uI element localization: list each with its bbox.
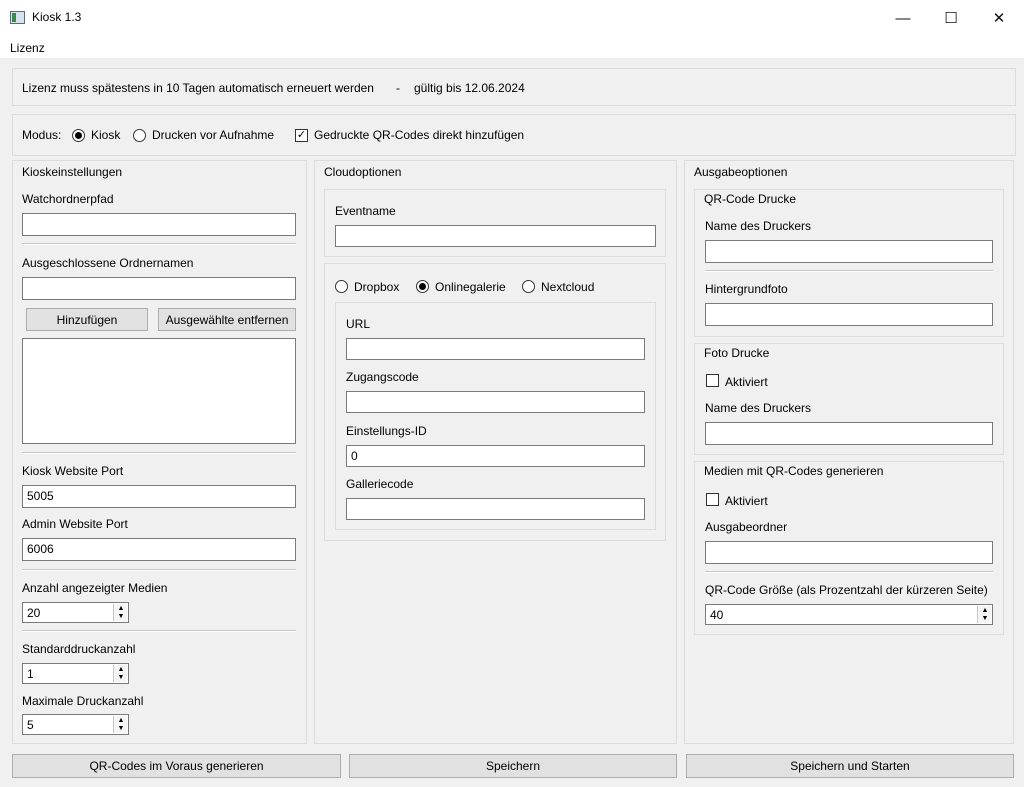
onlinegalerie-frame [335,302,656,530]
cloud-options-title: Cloudoptionen [324,165,402,179]
qr-printer-label: Name des Druckers [705,219,812,233]
media-count-value: 20 [27,606,41,620]
license-message: Lizenz muss spätestens in 10 Tagen autom… [22,81,374,95]
separator [705,270,993,272]
default-print-count-label: Standarddruckanzahl [22,642,136,656]
qr-prints-title: QR-Code Drucke [704,192,797,206]
media-count-spinbox[interactable]: 20 ▲ ▼ [22,602,129,623]
kiosk-port-label: Kiosk Website Port [22,464,124,478]
qr-size-value: 40 [710,608,724,622]
output-folder-input[interactable] [705,541,993,564]
mode-print-before-radio[interactable] [133,129,146,142]
output-options-title: Ausgabeoptionen [694,165,788,179]
add-button[interactable]: Hinzufügen [26,308,148,331]
remove-selected-button[interactable]: Ausgewählte entfernen [158,308,296,331]
watch-folder-label: Watchordnerpfad [22,192,114,206]
access-code-label: Zugangscode [346,370,419,384]
spin-down-icon[interactable]: ▼ [114,612,128,621]
provider-onlinegalerie-label[interactable]: Onlinegalerie [435,280,506,294]
url-label: URL [346,317,371,331]
provider-onlinegalerie-radio[interactable] [416,280,429,293]
maximize-button[interactable]: ☐ [928,0,974,36]
watch-folder-input[interactable] [22,213,296,236]
spin-arrows: ▲ ▼ [113,604,127,621]
url-input[interactable] [346,338,645,360]
admin-port-input[interactable]: 6006 [22,538,296,561]
separator [705,571,993,573]
checkmark-icon: ✓ [296,129,307,141]
qr-direct-add-checkbox[interactable]: ✓ [295,129,308,142]
photo-prints-enabled-label[interactable]: Aktiviert [725,375,768,389]
spin-down-icon[interactable]: ▼ [114,673,128,682]
event-name-input[interactable] [335,225,656,247]
license-valid-until: gültig bis 12.06.2024 [414,81,525,95]
provider-nextcloud-radio[interactable] [522,280,535,293]
media-qr-enabled-checkbox[interactable] [706,493,719,506]
spin-down-icon[interactable]: ▼ [114,724,128,733]
separator [22,630,296,632]
media-qr-enabled-label[interactable]: Aktiviert [725,494,768,508]
default-print-count-spinbox[interactable]: 1 ▲ ▼ [22,663,129,684]
max-print-count-spinbox[interactable]: 5 ▲ ▼ [22,714,129,735]
photo-prints-title: Foto Drucke [704,346,770,360]
mode-print-before-label[interactable]: Drucken vor Aufnahme [152,128,274,142]
spin-arrows: ▲ ▼ [977,606,991,623]
access-code-input[interactable] [346,391,645,413]
gallery-code-label: Galleriecode [346,477,414,491]
excluded-folders-list[interactable] [22,338,296,444]
output-folder-label: Ausgabeordner [705,520,788,534]
mode-kiosk-label[interactable]: Kiosk [91,128,120,142]
save-button[interactable]: Speichern [349,754,677,778]
settings-id-label: Einstellungs-ID [346,424,427,438]
mode-label: Modus: [22,128,62,142]
admin-port-label: Admin Website Port [22,517,128,531]
provider-dropbox-radio[interactable] [335,280,348,293]
background-photo-input[interactable] [705,303,993,326]
excluded-folder-input[interactable] [22,277,296,300]
photo-printer-label: Name des Druckers [705,401,812,415]
gallery-code-input[interactable] [346,498,645,520]
spin-arrows: ▲ ▼ [113,716,127,733]
provider-nextcloud-label[interactable]: Nextcloud [541,280,594,294]
app-icon [10,11,25,24]
close-button[interactable]: ✕ [976,0,1022,36]
pregenerate-qr-button[interactable]: QR-Codes im Voraus generieren [12,754,341,778]
provider-dropbox-label[interactable]: Dropbox [354,280,399,294]
save-and-start-button[interactable]: Speichern und Starten [686,754,1014,778]
spin-down-icon[interactable]: ▼ [978,614,992,623]
media-count-label: Anzahl angezeigter Medien [22,581,168,595]
qr-size-label: QR-Code Größe (als Prozentzahl der kürze… [705,583,988,597]
menu-bar [0,36,1024,58]
separator [22,452,296,454]
title-bar [0,0,1024,36]
background-photo-label: Hintergrundfoto [705,282,788,296]
separator [22,243,296,245]
media-qr-title: Medien mit QR-Codes generieren [704,464,884,478]
default-print-count-value: 1 [27,667,34,681]
minimize-button[interactable]: — [880,0,926,36]
qr-size-spinbox[interactable]: 40 ▲ ▼ [705,604,993,625]
qr-direct-add-label[interactable]: Gedruckte QR-Codes direkt hinzufügen [314,128,524,142]
kiosk-port-input[interactable]: 5005 [22,485,296,508]
max-print-count-value: 5 [27,718,34,732]
kiosk-settings-title: Kioskeinstellungen [22,165,123,179]
window-title: Kiosk 1.3 [32,10,82,24]
event-name-label: Eventname [335,204,396,218]
menu-lizenz[interactable]: Lizenz [10,41,45,55]
separator [22,569,296,571]
settings-id-input[interactable]: 0 [346,445,645,467]
max-print-count-label: Maximale Druckanzahl [22,694,144,708]
license-dash: - [396,81,400,95]
excluded-folders-label: Ausgeschlossene Ordnernamen [22,256,194,270]
mode-kiosk-radio[interactable] [72,129,85,142]
qr-printer-input[interactable] [705,240,993,263]
photo-prints-enabled-checkbox[interactable] [706,374,719,387]
photo-printer-input[interactable] [705,422,993,445]
spin-arrows: ▲ ▼ [113,665,127,682]
